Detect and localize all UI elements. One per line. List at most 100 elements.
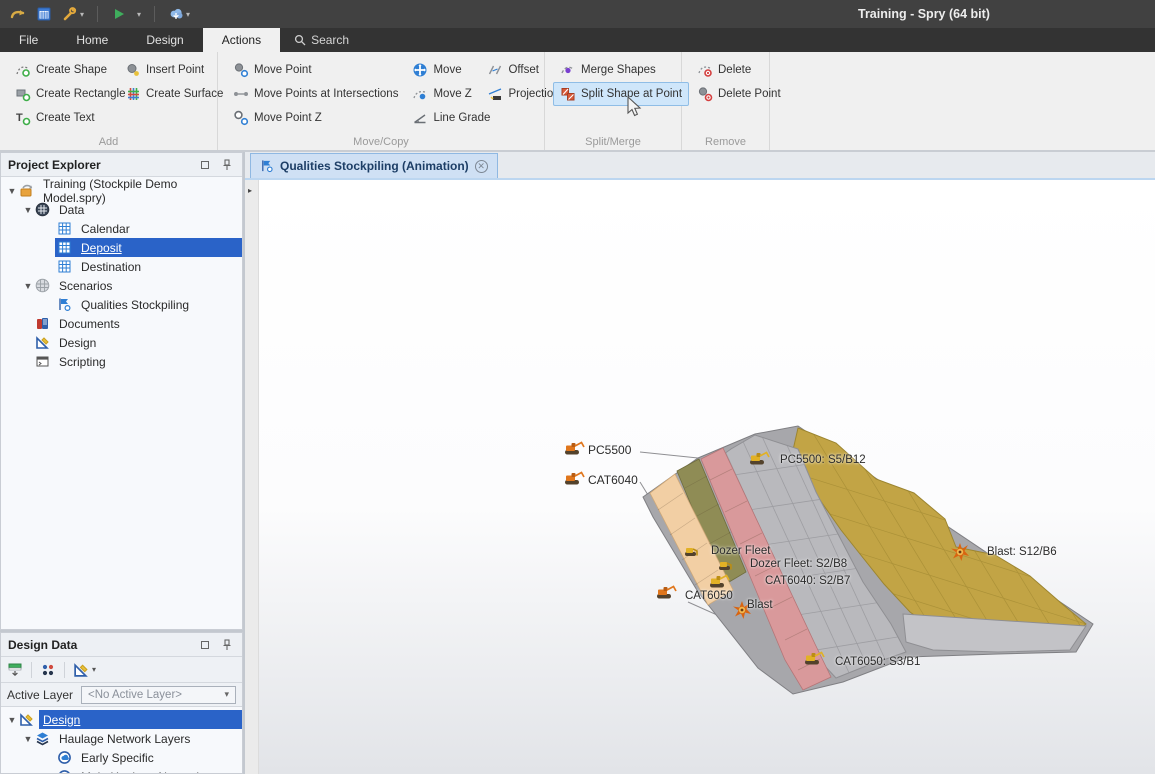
delete-point-icon [697,86,713,102]
toolbar-separator [31,662,32,678]
animation-button[interactable]: ▾ [166,4,192,24]
tree-item-documents[interactable]: Documents [1,314,242,333]
tree-item-label: Destination [77,259,145,275]
tab-design[interactable]: Design [127,28,202,52]
delete-point-button[interactable]: Delete Point [690,82,788,106]
delete-button[interactable]: Delete [690,58,788,82]
svg-text:T: T [16,112,23,124]
animation-dropdown-caret[interactable]: ▾ [186,10,190,19]
tab-file[interactable]: File [0,28,57,52]
tree-item-qualities-stockpiling[interactable]: Qualities Stockpiling [1,295,242,314]
ribbon-empty-space [770,52,1155,150]
insert-point-button[interactable]: Insert Point [118,58,230,82]
design-tools-dropdown[interactable]: ▾ [73,662,96,678]
button-label: Insert Point [146,64,204,76]
button-label: Offset [508,64,538,76]
design-icon [19,712,34,727]
undo-icon [10,6,26,22]
create-text-icon: T [15,110,31,126]
create-surface-icon [125,86,141,102]
mouse-cursor [626,96,642,118]
scene-label: Blast [747,599,773,611]
table-icon [57,221,72,236]
tree-item-design-root[interactable]: ▼ Design [1,710,242,729]
collapse-caret[interactable]: ▼ [7,186,17,196]
3d-canvas[interactable]: ▸ [245,178,1155,774]
split-shape-at-point-button[interactable]: Split Shape at Point [553,82,689,106]
tree-item-design[interactable]: Design [1,333,242,352]
window-title: Training - Spry (64 bit) [858,7,990,21]
chevron-down-icon: ▾ [92,665,96,674]
tree-item-destination[interactable]: Destination [1,257,242,276]
tree-item-scenarios[interactable]: ▼ Scenarios [1,276,242,295]
tree-item-deposit[interactable]: Deposit [1,238,242,257]
collapse-caret[interactable]: ▼ [23,734,33,744]
float-window-button[interactable] [197,638,213,652]
pin-icon [222,159,232,171]
tab-qualities-stockpiling[interactable]: Qualities Stockpiling (Animation) ✕ [250,153,498,178]
pin-panel-button[interactable] [219,158,235,172]
tools-button[interactable]: ▾ [60,4,86,24]
selected-row-highlight: Design [39,710,242,729]
run-dropdown-caret[interactable]: ▾ [137,10,141,19]
collapse-table-button[interactable] [7,662,23,678]
float-window-button[interactable] [197,158,213,172]
close-icon[interactable]: ✕ [475,160,488,173]
undo-button[interactable] [8,4,28,24]
scene-label: PC5500 [588,443,631,457]
tree-item-main-haulage-network[interactable]: Main Haulage Network [1,767,242,773]
run-button[interactable]: ▾ [109,4,143,24]
create-text-button[interactable]: T Create Text [8,106,118,130]
create-shape-button[interactable]: Create Shape [8,58,118,82]
tree-item-early-specific[interactable]: Early Specific [1,748,242,767]
float-window-icon [201,161,209,169]
line-grade-button[interactable]: Line Grade [405,106,480,130]
excavator-icon [565,443,584,455]
insert-point-icon [125,62,141,78]
toolbar-separator [154,6,155,22]
main-area: Project Explorer ▼ Training (Stockpile D… [0,152,1155,774]
design-data-header: Design Data [1,633,242,657]
collapse-caret[interactable]: ▼ [7,715,17,725]
project-explorer-tree: ▼ Training (Stockpile Demo Model.spry) ▼… [1,177,242,629]
calendar-button[interactable] [34,4,54,24]
move-button[interactable]: Move [405,58,480,82]
tree-item-scripting[interactable]: Scripting [1,352,242,371]
create-surface-button[interactable]: Create Surface [118,82,230,106]
button-label: Move Points at Intersections [254,88,398,100]
project-explorer-header: Project Explorer [1,153,242,177]
projection-icon [487,86,503,102]
collapse-caret[interactable]: ▼ [23,205,33,215]
design-icon [73,662,89,678]
tab-home[interactable]: Home [57,28,127,52]
delete-icon [697,62,713,78]
move-z-button[interactable]: Move Z [405,82,480,106]
tree-item-haulage-network-layers[interactable]: ▼ Haulage Network Layers [1,729,242,748]
button-label: Create Text [36,112,95,124]
table-icon [57,240,72,255]
tab-actions[interactable]: Actions [203,28,280,52]
layers-icon [35,731,50,746]
collapse-caret[interactable]: ▼ [23,281,33,291]
search-box[interactable]: Search [280,28,363,52]
move-point-button[interactable]: Move Point [226,58,405,82]
move-point-icon [233,62,249,78]
panel-title: Design Data [8,638,191,652]
group-label-move-copy: Move/Copy [218,136,544,148]
title-bar: ▾ ▾ ▾ Training - Spry (64 bit) [0,0,1155,28]
tree-item-label: Design [55,335,100,351]
pin-panel-button[interactable] [219,638,235,652]
merge-shapes-button[interactable]: Merge Shapes [553,58,689,82]
move-point-z-button[interactable]: Move Point Z [226,106,405,130]
button-label: Create Shape [36,64,107,76]
tools-dropdown-caret[interactable]: ▾ [80,10,84,19]
tree-item-label: Design [39,712,84,728]
active-layer-combobox[interactable]: <No Active Layer> ▾ [81,686,236,704]
point-display-button[interactable] [40,662,56,678]
move-points-at-intersections-button[interactable]: Move Points at Intersections [226,82,405,106]
create-rectangle-button[interactable]: Create Rectangle [8,82,118,106]
tree-item-project[interactable]: ▼ Training (Stockpile Demo Model.spry) [1,181,242,200]
scenarios-icon [35,278,50,293]
tree-item-calendar[interactable]: Calendar [1,219,242,238]
tree-item-label: Scripting [55,354,110,370]
